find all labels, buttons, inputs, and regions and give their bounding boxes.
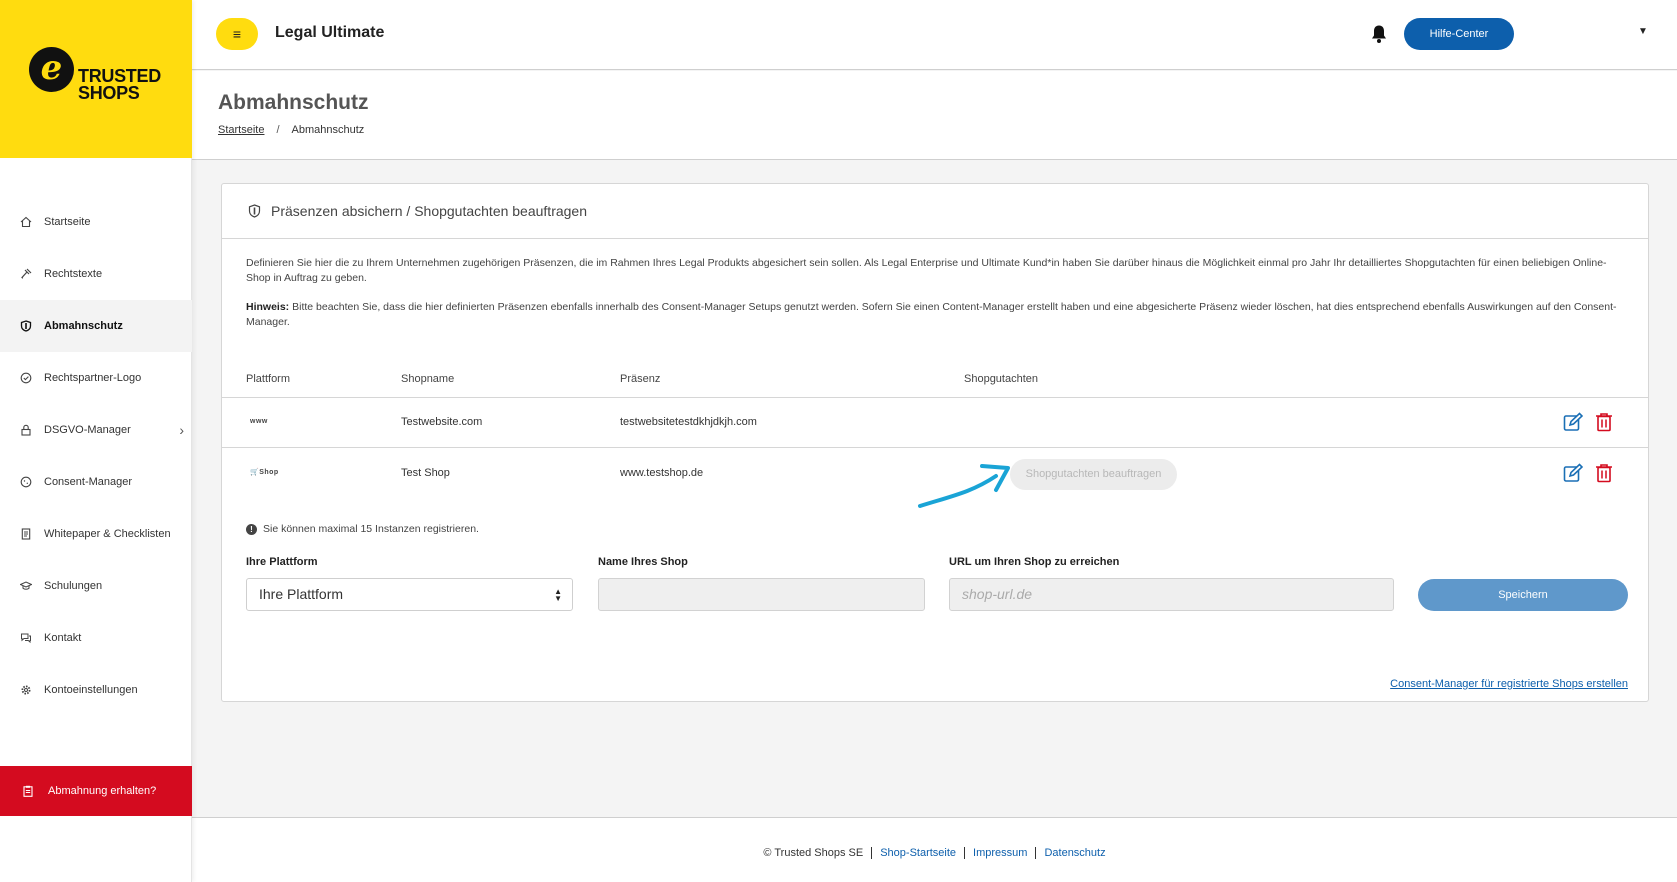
footer: © Trusted Shops SE Shop-Startseite Impress… bbox=[192, 817, 1677, 882]
annotation-arrow-icon bbox=[918, 464, 1010, 508]
sidebar-item-label: Rechtstexte bbox=[44, 268, 103, 280]
sidebar-item-kontakt[interactable]: Kontakt bbox=[0, 612, 192, 664]
shopgutachten-beauftragen-button[interactable]: Shopgutachten beauftragen bbox=[1010, 459, 1177, 490]
sidebar-item-whitepaper[interactable]: Whitepaper & Checklisten bbox=[0, 508, 192, 560]
column-header-shopname: Shopname bbox=[401, 373, 455, 385]
sidebar-item-schulungen[interactable]: Schulungen bbox=[0, 560, 192, 612]
sidebar-item-rechtstexte[interactable]: Rechtstexte bbox=[0, 248, 192, 300]
column-header-presence: Präsenz bbox=[620, 373, 661, 385]
shopname-cell: Testwebsite.com bbox=[401, 416, 483, 428]
sidebar-item-label: Startseite bbox=[44, 216, 91, 228]
presence-cell: testwebsitetestdkhjdkjh.com bbox=[620, 416, 757, 428]
platform-www-icon: www bbox=[250, 418, 268, 425]
gear-icon bbox=[21, 685, 31, 695]
trash-icon[interactable] bbox=[1595, 463, 1613, 483]
shield-icon bbox=[248, 204, 261, 218]
page-header: Abmahnschutz Startseite / Abmahnschutz bbox=[192, 71, 1677, 160]
sidebar-nav: Startseite Rechtstexte Abmahnschutz Rech… bbox=[0, 196, 192, 716]
sidebar-item-label: Whitepaper & Checklisten bbox=[44, 528, 171, 540]
help-center-button[interactable]: Hilfe-Center bbox=[1404, 18, 1514, 50]
badge-check-icon bbox=[20, 372, 32, 384]
table-header: Plattform Shopname Präsenz Shopgutachten bbox=[222, 365, 1648, 398]
document-icon bbox=[21, 528, 31, 540]
edit-icon[interactable] bbox=[1563, 463, 1583, 483]
alert-button-label: Abmahnung erhalten? bbox=[48, 785, 157, 797]
breadcrumb-separator: / bbox=[276, 124, 280, 136]
clipboard-icon bbox=[23, 785, 33, 797]
cookie-icon bbox=[20, 476, 32, 488]
card-title: Präsenzen absichern / Shopgutachten beau… bbox=[271, 203, 588, 219]
sidebar-item-label: Kontakt bbox=[44, 632, 82, 644]
top-bar: ≡ Legal Ultimate Hilfe-Center ▼ bbox=[192, 0, 1677, 70]
footer-link-impressum[interactable]: Impressum bbox=[964, 847, 1036, 859]
menu-toggle-button[interactable]: ≡ bbox=[216, 18, 258, 50]
breadcrumb: Startseite / Abmahnschutz bbox=[218, 124, 364, 136]
user-menu-caret-icon[interactable]: ▼ bbox=[1638, 26, 1648, 37]
instance-limit-note: ! Sie können maximal 15 Instanzen regist… bbox=[246, 523, 479, 535]
copyright: © Trusted Shops SE bbox=[763, 847, 864, 859]
footer-links: © Trusted Shops SE Shop-Startseite Impress… bbox=[192, 847, 1677, 859]
hint-label: Hinweis: bbox=[246, 301, 290, 313]
platform-shop-icon: 🛒Shop bbox=[250, 469, 279, 476]
sidebar-item-abmahnschutz[interactable]: Abmahnschutz bbox=[0, 300, 192, 352]
sidebar: e TRUSTED SHOPS Startseite Rechtstexte A… bbox=[0, 0, 192, 882]
hint-body: Bitte beachten Sie, dass die hier defini… bbox=[246, 301, 1617, 328]
sidebar-item-rechtspartner-logo[interactable]: Rechtspartner-Logo bbox=[0, 352, 192, 404]
sidebar-item-consent-manager[interactable]: Consent-Manager bbox=[0, 456, 192, 508]
breadcrumb-home-link[interactable]: Startseite bbox=[218, 124, 264, 136]
product-title: Legal Ultimate bbox=[275, 24, 385, 41]
abmahnung-erhalten-button[interactable]: Abmahnung erhalten? bbox=[0, 766, 192, 816]
bell-icon[interactable] bbox=[1370, 24, 1388, 44]
platform-label: Ihre Plattform bbox=[246, 556, 318, 568]
create-consent-manager-link[interactable]: Consent-Manager für registrierte Shops e… bbox=[1390, 678, 1628, 690]
hint-text: Hinweis: Bitte beachten Sie, dass die hi… bbox=[246, 300, 1626, 330]
shopname-input[interactable] bbox=[598, 578, 925, 611]
save-button[interactable]: Speichern bbox=[1418, 579, 1628, 611]
footer-link-shop-startseite[interactable]: Shop-Startseite bbox=[871, 847, 965, 859]
description-text: Definieren Sie hier die zu Ihrem Unterne… bbox=[246, 257, 1607, 284]
logo-wordmark: TRUSTED SHOPS bbox=[78, 66, 161, 103]
sidebar-item-label: Consent-Manager bbox=[44, 476, 133, 488]
sidebar-item-label: Rechtspartner-Logo bbox=[44, 372, 142, 384]
shield-icon bbox=[20, 320, 32, 332]
chevron-right-icon: › bbox=[179, 422, 184, 438]
sidebar-item-label: Schulungen bbox=[44, 580, 103, 592]
sidebar-item-startseite[interactable]: Startseite bbox=[0, 196, 192, 248]
menu-icon: ≡ bbox=[232, 26, 242, 42]
platform-select[interactable]: Ihre Plattform ▲ ▼ bbox=[246, 578, 573, 611]
sidebar-item-label: Abmahnschutz bbox=[44, 320, 123, 332]
graduation-cap-icon bbox=[20, 581, 32, 590]
url-label: URL um Ihren Shop zu erreichen bbox=[949, 556, 1120, 568]
breadcrumb-current: Abmahnschutz bbox=[291, 124, 365, 136]
footer-link-datenschutz[interactable]: Datenschutz bbox=[1035, 847, 1114, 859]
url-input[interactable]: shop-url.de bbox=[949, 578, 1394, 611]
presences-card: Präsenzen absichern / Shopgutachten beau… bbox=[221, 183, 1649, 702]
shopname-label: Name Ihres Shop bbox=[598, 556, 688, 568]
chat-icon bbox=[21, 633, 31, 644]
limit-note-text: Sie können maximal 15 Instanzen registri… bbox=[263, 523, 479, 535]
info-icon: ! bbox=[246, 523, 257, 535]
presence-cell: www.testshop.de bbox=[620, 467, 704, 479]
card-description: Definieren Sie hier die zu Ihrem Unterne… bbox=[246, 256, 1626, 330]
sidebar-item-label: DSGVO-Manager bbox=[44, 424, 131, 436]
gavel-icon bbox=[21, 268, 32, 279]
column-header-review: Shopgutachten bbox=[964, 373, 1039, 385]
logo-mark: e bbox=[29, 47, 74, 92]
sidebar-item-label: Kontoeinstellungen bbox=[44, 684, 138, 696]
table-row: www Testwebsite.com testwebsitetestdkhjd… bbox=[222, 398, 1648, 448]
trusted-shops-logo[interactable]: e TRUSTED SHOPS bbox=[0, 0, 192, 158]
column-header-platform: Plattform bbox=[246, 373, 291, 385]
select-arrows-icon: ▲ ▼ bbox=[554, 587, 562, 603]
trash-icon[interactable] bbox=[1595, 412, 1613, 432]
sidebar-item-kontoeinstellungen[interactable]: Kontoeinstellungen bbox=[0, 664, 192, 716]
edit-icon[interactable] bbox=[1563, 412, 1583, 432]
platform-select-value: Ihre Plattform bbox=[259, 586, 344, 602]
sidebar-item-dsgvo-manager[interactable]: DSGVO-Manager › bbox=[0, 404, 192, 456]
home-icon bbox=[20, 216, 32, 228]
lock-icon bbox=[21, 424, 31, 436]
shopname-cell: Test Shop bbox=[401, 467, 450, 479]
page-title: Abmahnschutz bbox=[218, 91, 369, 114]
card-header: Präsenzen absichern / Shopgutachten beau… bbox=[222, 184, 1648, 239]
